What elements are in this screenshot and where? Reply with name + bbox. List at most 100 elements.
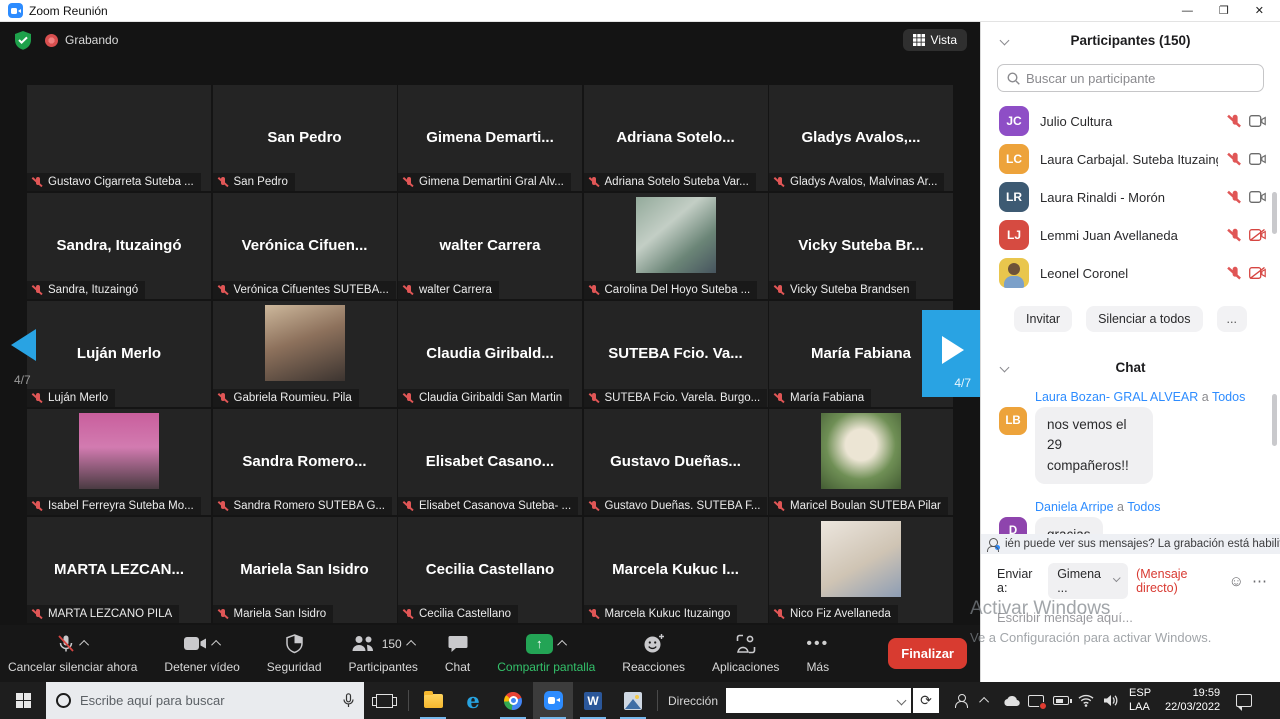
chevron-up-icon[interactable]: [406, 640, 416, 650]
mute-all-button[interactable]: Silenciar a todos: [1086, 306, 1202, 332]
wifi-button[interactable]: [1074, 694, 1097, 707]
participant-tile[interactable]: Cecilia Castellano Cecilia Castellano: [398, 517, 582, 623]
participant-row[interactable]: LR Laura Rinaldi - Morón: [981, 178, 1280, 216]
chrome-button[interactable]: [493, 682, 533, 719]
recording-indicator[interactable]: Grabando: [45, 33, 118, 47]
participant-tile[interactable]: SUTEBA Fcio. Va... SUTEBA Fcio. Varela. …: [584, 301, 768, 407]
chevron-down-icon[interactable]: [1000, 363, 1010, 373]
participant-tile[interactable]: Vicky Suteba Br... Vicky Suteba Brandsen: [769, 193, 953, 299]
share-screen-button[interactable]: ↑ Compartir pantalla: [497, 633, 595, 674]
participant-tile[interactable]: Claudia Giribald... Claudia Giribaldi Sa…: [398, 301, 582, 407]
recipient-dropdown[interactable]: Gimena ...: [1048, 563, 1128, 599]
participant-tile[interactable]: Carolina Del Hoyo Suteba ...: [584, 193, 768, 299]
participants-more-button[interactable]: ...: [1217, 306, 1247, 332]
stop-video-button[interactable]: Detener vídeo: [164, 633, 239, 674]
security-shield-icon[interactable]: [13, 30, 33, 50]
battery-icon: [1053, 696, 1069, 705]
next-page-button[interactable]: 4/7: [922, 310, 980, 397]
participant-tile[interactable]: Gladys Avalos,... Gladys Avalos, Malvina…: [769, 85, 953, 191]
security-button[interactable]: Seguridad: [267, 633, 322, 674]
participant-tile[interactable]: Gustavo Cigarreta Suteba ...: [27, 85, 211, 191]
volume-button[interactable]: [1099, 694, 1122, 707]
participant-row[interactable]: JC Julio Cultura: [981, 102, 1280, 140]
participant-tile[interactable]: Maricel Boulan SUTEBA Pilar: [769, 409, 953, 515]
taskbar-clock[interactable]: 19:59 22/03/2022: [1165, 682, 1220, 719]
avatar: LB: [999, 407, 1027, 435]
chat-scrollbar[interactable]: [1272, 394, 1277, 446]
participant-tile[interactable]: Gimena Demarti... Gimena Demartini Gral …: [398, 85, 582, 191]
reactions-button[interactable]: Reacciones: [622, 633, 685, 674]
zoom-taskbar-button[interactable]: [533, 682, 573, 719]
chevron-down-icon[interactable]: [1000, 36, 1010, 46]
camera-off-icon: [1249, 267, 1266, 279]
participant-row[interactable]: LJ Lemmi Juan Avellaneda: [981, 216, 1280, 254]
participant-row[interactable]: LC Laura Carbajal. Suteba Ituzaingó: [981, 140, 1280, 178]
participant-tile[interactable]: Sandra, Ituzaingó Sandra, Ituzaingó: [27, 193, 211, 299]
chat-button[interactable]: Chat: [445, 633, 470, 674]
unmute-button[interactable]: Cancelar silenciar ahora: [8, 633, 137, 674]
participant-tile[interactable]: Luján Merlo Luján Merlo: [27, 301, 211, 407]
meeting-area: Grabando Vista Gustavo Cigarreta Suteba …: [0, 22, 980, 682]
participant-tile[interactable]: walter Carrera walter Carrera: [398, 193, 582, 299]
view-button[interactable]: Vista: [903, 29, 967, 51]
sender-name[interactable]: Laura Bozan- GRAL ALVEAR: [1035, 390, 1198, 404]
participant-row[interactable]: Leonel Coronel: [981, 254, 1280, 292]
end-meeting-button[interactable]: Finalizar: [888, 638, 967, 669]
people-tray-button[interactable]: [949, 694, 972, 707]
participants-scrollbar[interactable]: [1272, 192, 1277, 234]
chat-more-button[interactable]: ⋯: [1252, 572, 1268, 590]
address-input[interactable]: [732, 694, 898, 708]
edge-button[interactable]: e: [453, 682, 493, 719]
participant-tile[interactable]: Gabriela Roumieu. Pila: [213, 301, 397, 407]
restore-button[interactable]: ❐: [1219, 1, 1229, 21]
participant-tile[interactable]: San Pedro San Pedro: [213, 85, 397, 191]
search-mic-icon[interactable]: [343, 693, 354, 708]
tile-nameplate-text: Maricel Boulan SUTEBA Pilar: [790, 500, 941, 512]
search-input[interactable]: [1026, 71, 1254, 86]
minimize-button[interactable]: —: [1182, 1, 1193, 21]
chevron-up-icon[interactable]: [211, 640, 221, 650]
participant-tile[interactable]: Verónica Cifuen... Verónica Cifuentes SU…: [213, 193, 397, 299]
onedrive-button[interactable]: [999, 695, 1022, 707]
chevron-up-icon[interactable]: [557, 640, 567, 650]
address-input-wrap[interactable]: [726, 688, 911, 713]
apps-button[interactable]: Aplicaciones: [712, 633, 779, 674]
participant-tile[interactable]: Mariela San Isidro Mariela San Isidro: [213, 517, 397, 623]
participant-search[interactable]: [997, 64, 1264, 92]
taskbar-search-input[interactable]: [80, 693, 334, 708]
photos-button[interactable]: [613, 682, 653, 719]
participant-tile[interactable]: Isabel Ferreyra Suteba Mo...: [27, 409, 211, 515]
word-button[interactable]: W: [573, 682, 613, 719]
action-center-button[interactable]: [1227, 682, 1261, 719]
invite-button[interactable]: Invitar: [1014, 306, 1072, 332]
participant-tile[interactable]: MARTA LEZCAN... MARTA LEZCANO PILA: [27, 517, 211, 623]
language-indicator[interactable]: ESP LAA: [1129, 682, 1151, 719]
security-notification-button[interactable]: [1024, 695, 1047, 707]
recipient-name[interactable]: Todos: [1212, 390, 1245, 404]
start-button[interactable]: [0, 682, 46, 719]
participants-button[interactable]: 150 Participantes: [349, 633, 418, 674]
task-view-button[interactable]: [364, 682, 404, 719]
sender-name[interactable]: Daniela Arripe: [1035, 500, 1114, 514]
previous-page-button[interactable]: 4/7: [11, 329, 36, 387]
participant-tile[interactable]: Marcela Kukuc I... Marcela Kukuc Ituzain…: [584, 517, 768, 623]
participant-tile[interactable]: Nico Fiz Avellaneda: [769, 517, 953, 623]
emoji-button[interactable]: ☺: [1229, 573, 1244, 590]
address-go-button[interactable]: ⟳: [913, 688, 939, 713]
file-explorer-button[interactable]: [413, 682, 453, 719]
participant-tile[interactable]: Gustavo Dueñas... Gustavo Dueñas. SUTEBA…: [584, 409, 768, 515]
battery-button[interactable]: [1049, 696, 1072, 705]
more-button[interactable]: ••• Más: [806, 633, 829, 674]
taskbar-search[interactable]: [46, 682, 364, 719]
show-hidden-icons-button[interactable]: [974, 697, 997, 704]
tile-display-name: Cecilia Castellano: [402, 561, 578, 578]
participant-tile[interactable]: Elisabet Casano... Elisabet Casanova Sut…: [398, 409, 582, 515]
chevron-up-icon[interactable]: [79, 640, 89, 650]
language-code: ESP: [1129, 687, 1151, 701]
chevron-down-icon[interactable]: [897, 696, 907, 706]
close-button[interactable]: ✕: [1255, 1, 1264, 21]
recipient-name[interactable]: Todos: [1127, 500, 1160, 514]
chat-message-input[interactable]: [997, 610, 1264, 625]
participant-tile[interactable]: Adriana Sotelo... Adriana Sotelo Suteba …: [584, 85, 768, 191]
participant-tile[interactable]: Sandra Romero... Sandra Romero SUTEBA G.…: [213, 409, 397, 515]
